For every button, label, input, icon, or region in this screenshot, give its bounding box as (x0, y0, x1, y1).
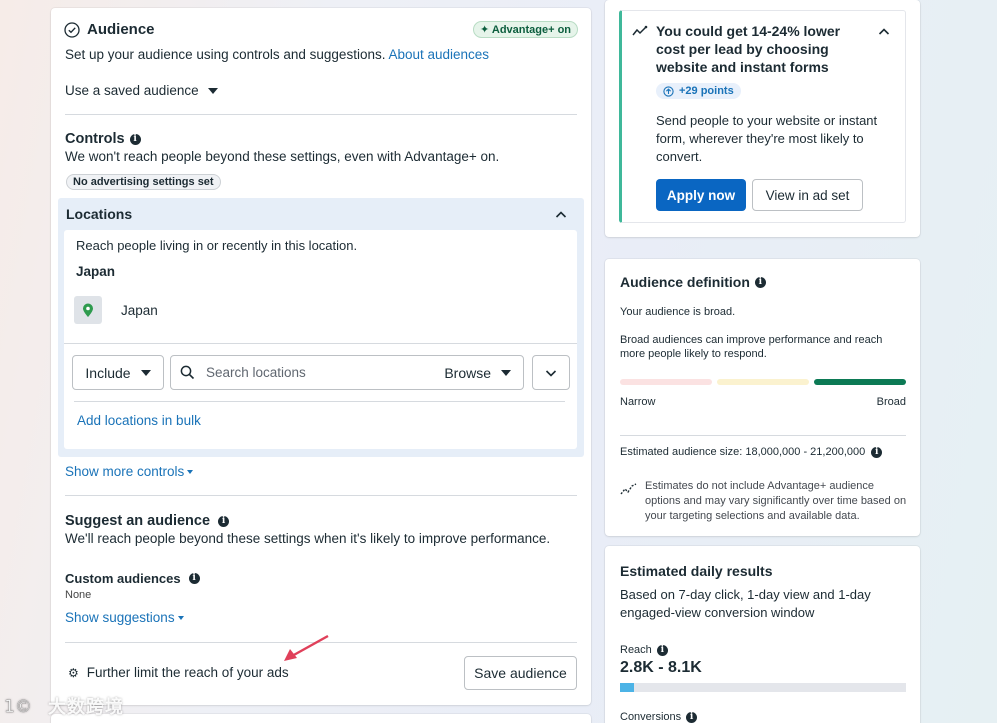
further-limit-toggle[interactable]: ⚙ Further limit the reach of your ads (68, 665, 289, 680)
collapse-chevron-icon[interactable] (878, 25, 890, 40)
locations-description: Reach people living in or recently in th… (76, 238, 358, 253)
divider (74, 401, 565, 402)
chevron-up-icon[interactable] (555, 208, 567, 223)
promo-title: You could get 14-24% lower cost per lead… (656, 23, 841, 75)
search-icon (180, 365, 195, 380)
conversions-heading: Conversions i (620, 711, 698, 723)
meter-segment-mid (717, 379, 809, 385)
estimates-note: Estimates do not include Advantage+ audi… (645, 480, 907, 522)
meter-segment-narrow (620, 379, 712, 385)
audience-meter (620, 379, 906, 385)
custom-audiences-heading: Custom audiences i (65, 571, 200, 586)
country-header: Japan (76, 264, 116, 279)
apply-now-button[interactable]: Apply now (656, 179, 746, 211)
add-locations-bulk-link[interactable]: Add locations in bulk (77, 413, 201, 428)
show-suggestions-link[interactable]: Show suggestions (65, 610, 184, 625)
reach-bar (620, 683, 906, 692)
audience-title: Audience (87, 21, 155, 38)
location-item: Japan (74, 296, 158, 324)
locations-title: Locations (66, 206, 133, 222)
caret-down-icon (501, 369, 511, 376)
expand-locations-button[interactable] (532, 355, 570, 390)
map-pin-icon (74, 296, 102, 324)
check-circle-icon (64, 22, 80, 41)
narrow-label: Narrow (620, 396, 656, 408)
audience-definition-card: Audience definition i Your audience is b… (605, 259, 920, 536)
search-locations-placeholder: Search locations (206, 365, 306, 380)
view-in-ad-set-button[interactable]: View in ad set (752, 179, 863, 211)
advantage-badge: ✦ Advantage+ on (473, 21, 579, 38)
info-icon[interactable]: i (686, 711, 698, 723)
save-audience-button[interactable]: Save audience (464, 656, 577, 690)
controls-description: We won't reach people beyond these setti… (65, 149, 500, 164)
info-icon[interactable]: i (754, 276, 766, 288)
reach-heading: Reach i (620, 644, 668, 656)
about-audiences-link[interactable]: About audiences (388, 47, 489, 62)
include-dropdown[interactable]: Include (72, 355, 164, 390)
watermark-logo-icon: 1© (4, 695, 44, 717)
locations-panel: Locations Reach people living in or rece… (58, 198, 584, 457)
caret-down-icon (140, 369, 151, 376)
caret-down-icon (177, 616, 184, 621)
promo-body: Send people to your website or instant f… (656, 113, 878, 164)
info-icon[interactable]: i (656, 644, 668, 656)
info-icon[interactable]: i (871, 446, 883, 458)
divider (64, 343, 577, 344)
divider (620, 435, 906, 436)
sparkle-icon: ✦ (480, 24, 490, 36)
daily-results-card: Estimated daily results Based on 7-day c… (605, 546, 920, 723)
broad-label: Broad (876, 396, 906, 408)
info-icon[interactable]: i (188, 573, 200, 584)
browse-dropdown[interactable]: Browse (444, 365, 511, 381)
gear-icon: ⚙ (68, 665, 79, 680)
definition-heading: Audience definition i (620, 274, 766, 290)
promo-card: You could get 14-24% lower cost per lead… (605, 0, 920, 237)
points-badge: +29 points (656, 83, 741, 99)
broad-line: Your audience is broad. (620, 306, 736, 318)
advertising-settings-badge: No advertising settings set (66, 174, 221, 190)
info-icon[interactable]: i (218, 515, 230, 527)
search-locations-field[interactable]: Search locations Browse (170, 355, 524, 390)
audience-card: Audience ✦ Advantage+ on Set up your aud… (51, 8, 591, 705)
saved-audience-dropdown[interactable]: Use a saved audience (65, 83, 218, 98)
annotation-arrow (284, 634, 329, 661)
daily-title: Estimated daily results (620, 563, 773, 579)
show-more-controls-link[interactable]: Show more controls (65, 464, 194, 479)
divider (65, 114, 577, 115)
reach-value: 2.8K - 8.1K (620, 659, 702, 676)
suggest-heading: Suggest an audience i (65, 513, 230, 529)
locations-body: Reach people living in or recently in th… (64, 230, 577, 449)
info-icon[interactable]: i (129, 133, 141, 145)
promo-inner: You could get 14-24% lower cost per lead… (619, 10, 906, 223)
suggest-description: We'll reach people beyond these settings… (65, 531, 551, 546)
broad-description: Broad audiences can improve performance … (620, 334, 883, 360)
audience-subtitle: Set up your audience using controls and … (65, 47, 490, 62)
custom-audiences-value: None (65, 589, 92, 601)
divider (65, 495, 577, 496)
trend-icon (620, 482, 638, 499)
estimated-size: Estimated audience size: 18,000,000 - 21… (620, 446, 883, 458)
caret-down-icon (187, 470, 194, 475)
caret-down-icon (207, 87, 218, 94)
chevron-down-icon (545, 369, 557, 377)
meter-segment-broad (814, 379, 906, 385)
watermark: 1© 大数跨境 (4, 695, 124, 717)
location-item-label: Japan (121, 302, 158, 318)
controls-heading: Controls i (65, 131, 141, 147)
trend-icon (632, 25, 648, 40)
arrow-up-circle-icon (663, 85, 674, 97)
svg-text:1©: 1© (4, 697, 32, 717)
daily-window: Based on 7-day click, 1-day view and 1-d… (620, 587, 871, 620)
reach-bar-fill (620, 683, 634, 692)
next-card-edge (51, 714, 591, 723)
